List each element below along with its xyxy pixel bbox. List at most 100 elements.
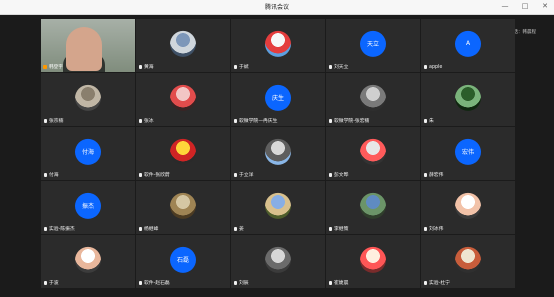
avatar-text: A — [465, 39, 471, 47]
participant-avatar: 天立 — [360, 30, 386, 57]
participant-name: 软微学院—冉庆生 — [234, 117, 277, 124]
participant-name: 软件-张欣蔚 — [139, 171, 170, 178]
participant-avatar — [360, 246, 386, 273]
participant-name: 软微学院-张宏楠 — [329, 117, 369, 124]
participant-avatar: A — [455, 30, 481, 57]
participant-avatar — [265, 30, 291, 57]
participant-tile[interactable]: 姜 — [231, 181, 325, 234]
participant-tile[interactable]: 宏伟薛宏伟 — [421, 127, 515, 180]
participant-name: 薛宏伟 — [424, 171, 443, 178]
participant-tile[interactable]: 李继策 — [326, 181, 420, 234]
participant-tile[interactable]: 实验-杜宁 — [421, 235, 515, 288]
participant-tile[interactable]: 杨继峰 — [136, 181, 230, 234]
participant-tile[interactable]: 付海 付海 — [41, 127, 135, 180]
participant-name: 张宗楠 — [44, 117, 63, 124]
avatar-text: 振杰 — [81, 202, 94, 210]
muted-mic-icon — [234, 281, 237, 285]
participant-tile[interactable]: 于波 — [41, 235, 135, 288]
participant-tile[interactable]: 软件-张欣蔚 — [136, 127, 230, 180]
participant-tile[interactable]: 石磊软件-赵石磊 — [136, 235, 230, 288]
participant-name: 刘冰伟 — [424, 225, 443, 232]
minimize-button[interactable]: — — [500, 2, 510, 10]
participant-avatar — [265, 246, 291, 273]
avatar-text: 天立 — [366, 40, 379, 48]
participant-tile[interactable]: 崔婕晨 — [326, 235, 420, 288]
participant-name: 刘辰 — [234, 279, 249, 286]
maximize-button[interactable]: □ — [520, 2, 530, 10]
avatar-text: 庆生 — [271, 94, 284, 102]
participant-tile[interactable]: 彭文晔 — [326, 127, 420, 180]
avatar-text: 宏伟 — [461, 148, 474, 156]
participant-tile[interactable]: 庆生软微学院—冉庆生 — [231, 73, 325, 126]
participant-name: 李继策 — [329, 225, 348, 232]
participant-name: 付海 — [44, 171, 59, 178]
window-title: 腾讯会议 — [264, 4, 289, 11]
participant-name: 于斌 — [234, 63, 249, 70]
participant-name: 软件-赵石磊 — [139, 279, 170, 286]
participant-name: 杨继峰 — [139, 225, 158, 232]
participant-avatar — [265, 192, 291, 219]
muted-mic-icon — [139, 65, 142, 69]
participant-tile[interactable]: 于立洋 — [231, 127, 325, 180]
participant-avatar — [360, 192, 386, 219]
participant-avatar — [455, 192, 481, 219]
muted-mic-icon — [424, 227, 427, 231]
muted-mic-icon — [139, 227, 142, 231]
participant-name: 实验-陈振杰 — [44, 225, 75, 232]
close-button[interactable]: ✕ — [540, 2, 550, 10]
muted-mic-icon — [234, 119, 237, 123]
participant-avatar — [360, 138, 386, 165]
muted-mic-icon — [44, 281, 47, 285]
participant-name: 张冰 — [139, 117, 154, 124]
host-badge-icon — [43, 65, 47, 69]
video-person-face — [66, 27, 102, 71]
participant-tile[interactable]: 于斌 — [231, 19, 325, 72]
participant-avatar — [75, 246, 101, 273]
muted-mic-icon — [424, 173, 427, 177]
participant-tile[interactable]: 软微学院-张宏楠 — [326, 73, 420, 126]
participant-name: 黄海 — [139, 63, 154, 70]
title-bar: 腾讯会议 — □ ✕ — [0, 0, 554, 15]
participant-name: 刘天立 — [329, 63, 348, 70]
participant-name: 姜 — [234, 225, 244, 232]
muted-mic-icon — [234, 65, 237, 69]
muted-mic-icon — [44, 173, 47, 177]
participant-avatar — [75, 84, 101, 111]
participant-name: 崔婕晨 — [329, 279, 348, 286]
participant-avatar — [170, 138, 196, 165]
participant-tile[interactable]: Aapple — [421, 19, 515, 72]
muted-mic-icon — [424, 119, 427, 123]
participant-tile[interactable]: 朱 — [421, 73, 515, 126]
participant-tile[interactable]: 振杰实验-陈振杰 — [41, 181, 135, 234]
muted-mic-icon — [139, 119, 142, 123]
participant-tile[interactable]: 刘辰 — [231, 235, 325, 288]
muted-mic-icon — [424, 281, 427, 285]
muted-mic-icon — [329, 119, 332, 123]
muted-mic-icon — [329, 281, 332, 285]
window-controls: — □ ✕ — [500, 2, 550, 10]
participant-tile[interactable]: 黄海 — [136, 19, 230, 72]
participant-tile[interactable]: 刘冰伟 — [421, 181, 515, 234]
muted-mic-icon — [329, 227, 332, 231]
muted-mic-icon — [139, 281, 142, 285]
participant-avatar: 付海 — [75, 138, 101, 165]
muted-mic-icon — [44, 227, 47, 231]
participant-tile[interactable]: 韩登宇 — [41, 19, 135, 72]
muted-mic-icon — [234, 173, 237, 177]
participant-avatar — [265, 138, 291, 165]
participant-avatar — [170, 84, 196, 111]
avatar-text: 石磊 — [176, 256, 189, 264]
participant-name: 于波 — [44, 279, 59, 286]
participant-avatar — [170, 192, 196, 219]
participant-avatar: 宏伟 — [455, 138, 481, 165]
muted-mic-icon — [139, 173, 142, 177]
participant-tile[interactable]: 张宗楠 — [41, 73, 135, 126]
participant-avatar: 庆生 — [265, 84, 291, 111]
participant-tile[interactable]: 天立刘天立 — [326, 19, 420, 72]
muted-mic-icon — [44, 119, 47, 123]
participant-avatar — [455, 84, 481, 111]
participant-avatar — [455, 246, 481, 273]
participant-tile[interactable]: 张冰 — [136, 73, 230, 126]
participant-name: apple — [424, 65, 442, 70]
muted-mic-icon — [234, 227, 237, 231]
